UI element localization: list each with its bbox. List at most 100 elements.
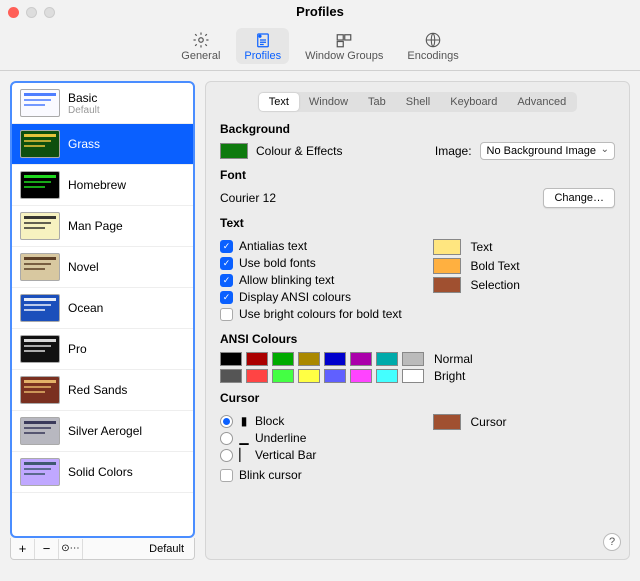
cursor-style-underline[interactable]: ▁Underline bbox=[220, 431, 403, 445]
radio-icon bbox=[220, 432, 233, 445]
profile-name: Novel bbox=[68, 260, 99, 274]
tab-keyboard[interactable]: Keyboard bbox=[440, 93, 507, 111]
profile-row-red-sands[interactable]: Red Sands bbox=[12, 370, 193, 411]
text-colour-label: Selection bbox=[471, 278, 520, 292]
set-default-button[interactable]: Default bbox=[139, 543, 194, 555]
profile-name: Silver Aerogel bbox=[68, 424, 142, 438]
ansi-bright-label: Bright bbox=[434, 369, 465, 383]
ansi-bright-2[interactable] bbox=[272, 369, 294, 383]
background-colour-well[interactable] bbox=[220, 143, 248, 159]
toolbar-item-encodings[interactable]: Encodings bbox=[399, 28, 466, 64]
tab-tab[interactable]: Tab bbox=[358, 93, 396, 111]
profile-thumb bbox=[20, 130, 60, 158]
ansi-normal-2[interactable] bbox=[272, 352, 294, 366]
ansi-normal-0[interactable] bbox=[220, 352, 242, 366]
ansi-normal-3[interactable] bbox=[298, 352, 320, 366]
add-profile-button[interactable]: + bbox=[11, 539, 35, 559]
ansi-bright-6[interactable] bbox=[376, 369, 398, 383]
tab-shell[interactable]: Shell bbox=[396, 93, 440, 111]
checkbox-icon: ✓ bbox=[220, 257, 233, 270]
text-colour-well-2[interactable] bbox=[433, 277, 461, 293]
titlebar: Profiles bbox=[0, 0, 640, 24]
profile-row-silver-aerogel[interactable]: Silver Aerogel bbox=[12, 411, 193, 452]
ansi-bright-4[interactable] bbox=[324, 369, 346, 383]
text-option-0[interactable]: ✓Antialias text bbox=[220, 239, 403, 253]
checkbox-icon: ✓ bbox=[220, 240, 233, 253]
profiles-list[interactable]: BasicDefault Grass HomebrewMan Page Novel Oc… bbox=[10, 81, 195, 538]
text-colour-well-1[interactable] bbox=[433, 258, 461, 274]
ansi-bright-5[interactable] bbox=[350, 369, 372, 383]
toolbar-item-profiles[interactable]: Profiles bbox=[236, 28, 289, 64]
profile-name: Red Sands bbox=[68, 383, 127, 397]
profile-thumb bbox=[20, 212, 60, 240]
radio-label: Underline bbox=[255, 431, 306, 445]
profile-row-grass[interactable]: Grass bbox=[12, 124, 193, 165]
cursor-style-block[interactable]: ▮Block bbox=[220, 414, 403, 428]
profile-thumb bbox=[20, 253, 60, 281]
cursor-style-vertical-bar[interactable]: ▏ Vertical Bar bbox=[220, 448, 403, 462]
text-option-1[interactable]: ✓Use bold fonts bbox=[220, 256, 403, 270]
checkbox-icon: ✓ bbox=[220, 274, 233, 287]
text-colour-label: Bold Text bbox=[471, 259, 520, 273]
help-button[interactable]: ? bbox=[603, 533, 621, 551]
profile-subtitle: Default bbox=[68, 105, 100, 116]
blink-cursor-checkbox[interactable]: Blink cursor bbox=[220, 468, 403, 482]
gear-icon bbox=[190, 31, 212, 49]
profile-row-pro[interactable]: Pro bbox=[12, 329, 193, 370]
tab-advanced[interactable]: Advanced bbox=[507, 93, 576, 111]
ansi-heading: ANSI Colours bbox=[220, 332, 615, 346]
profile-name: Grass bbox=[68, 137, 100, 151]
ansi-normal-1[interactable] bbox=[246, 352, 268, 366]
profile-thumb bbox=[20, 417, 60, 445]
profile-row-solid-colors[interactable]: Solid Colors bbox=[12, 452, 193, 493]
checkbox-icon bbox=[220, 308, 233, 321]
cursor-glyph: ▏ bbox=[239, 448, 249, 462]
background-heading: Background bbox=[220, 122, 615, 136]
change-font-button[interactable]: Change… bbox=[543, 188, 615, 208]
toolbar-item-general[interactable]: General bbox=[173, 28, 228, 64]
text-option-4[interactable]: Use bright colours for bold text bbox=[220, 307, 403, 321]
radio-icon bbox=[220, 449, 233, 462]
globe-icon bbox=[422, 31, 444, 49]
font-value: Courier 12 bbox=[220, 191, 276, 205]
profile-row-novel[interactable]: Novel bbox=[12, 247, 193, 288]
background-image-select[interactable]: No Background Image bbox=[480, 142, 615, 160]
ansi-bright-7[interactable] bbox=[402, 369, 424, 383]
checkbox-label: Allow blinking text bbox=[239, 273, 334, 287]
ansi-normal-4[interactable] bbox=[324, 352, 346, 366]
text-colour-well-0[interactable] bbox=[433, 239, 461, 255]
text-option-3[interactable]: ✓Display ANSI colours bbox=[220, 290, 403, 304]
profile-menu-button[interactable]: ⊙⋯ bbox=[59, 539, 83, 559]
font-heading: Font bbox=[220, 168, 615, 182]
profile-row-basic[interactable]: BasicDefault bbox=[12, 83, 193, 124]
image-label: Image: bbox=[435, 144, 472, 158]
profile-thumb bbox=[20, 89, 60, 117]
profile-thumb bbox=[20, 294, 60, 322]
profile-row-homebrew[interactable]: Homebrew bbox=[12, 165, 193, 206]
profile-row-man-page[interactable]: Man Page bbox=[12, 206, 193, 247]
ansi-normal-5[interactable] bbox=[350, 352, 372, 366]
cursor-glyph: ▮ bbox=[239, 414, 249, 428]
ansi-bright-0[interactable] bbox=[220, 369, 242, 383]
window-groups-icon bbox=[333, 31, 355, 49]
text-colour-label: Text bbox=[471, 240, 493, 254]
text-heading: Text bbox=[220, 216, 615, 230]
cursor-colour-well[interactable] bbox=[433, 414, 461, 430]
ansi-normal-7[interactable] bbox=[402, 352, 424, 366]
checkbox-label: Display ANSI colours bbox=[239, 290, 351, 304]
ansi-normal-6[interactable] bbox=[376, 352, 398, 366]
profile-thumb bbox=[20, 376, 60, 404]
text-option-2[interactable]: ✓ Allow blinking text bbox=[220, 273, 403, 287]
tab-text[interactable]: Text bbox=[259, 93, 299, 111]
remove-profile-button[interactable]: − bbox=[35, 539, 59, 559]
tab-window[interactable]: Window bbox=[299, 93, 358, 111]
toolbar-item-window-groups[interactable]: Window Groups bbox=[297, 28, 391, 64]
ansi-normal-label: Normal bbox=[434, 352, 473, 366]
ansi-bright-3[interactable] bbox=[298, 369, 320, 383]
radio-label: Vertical Bar bbox=[255, 448, 316, 462]
profile-name: Pro bbox=[68, 342, 87, 356]
profile-row-ocean[interactable]: Ocean bbox=[12, 288, 193, 329]
ansi-bright-1[interactable] bbox=[246, 369, 268, 383]
sidebar-toolbar: + − ⊙⋯ Default bbox=[10, 538, 195, 560]
radio-icon bbox=[220, 415, 233, 428]
